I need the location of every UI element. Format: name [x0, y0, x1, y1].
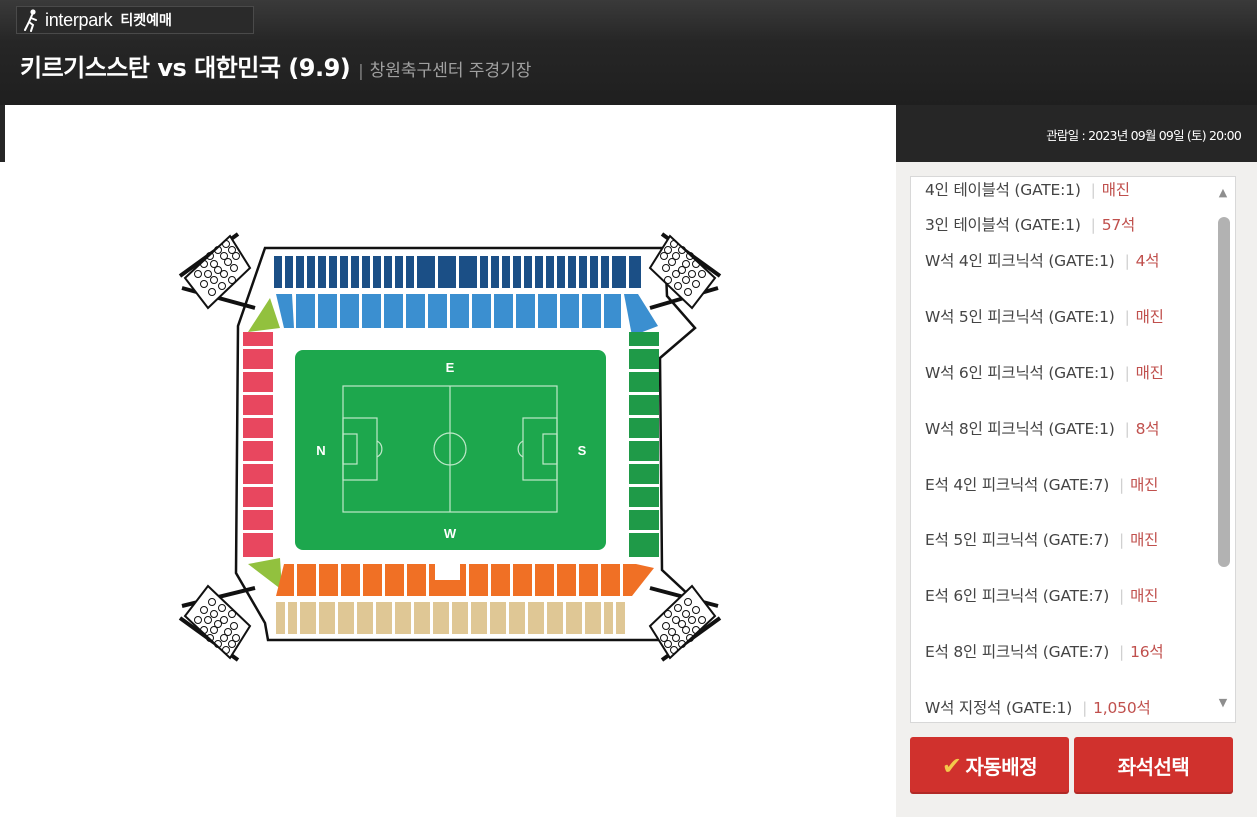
football-pitch: E W N S [295, 350, 606, 550]
performance-date: 관람일 : 2023년 09월 09일 (토) 20:00 [1046, 128, 1242, 143]
runner-logo-icon [24, 9, 37, 32]
grade-separator: | [1124, 308, 1130, 326]
grade-name: W석 8인 피크닉석 (GATE:1) [925, 420, 1115, 438]
grade-separator: | [1124, 252, 1130, 270]
section-north[interactable] [243, 332, 273, 557]
grade-remaining: 매진 [1135, 308, 1164, 326]
grade-separator: | [1124, 420, 1130, 438]
section-west-lower[interactable] [276, 564, 654, 596]
light-tower-nw-icon [178, 232, 256, 310]
map-top-strip-edge [0, 105, 5, 162]
grade-separator: | [1119, 643, 1125, 661]
grade-separator: | [1119, 587, 1125, 605]
select-seat-label: 좌석선택 [1117, 755, 1190, 779]
section-south[interactable] [629, 332, 659, 557]
grade-name: 4인 테이블석 (GATE:1) [925, 181, 1081, 199]
grade-remaining: 16석 [1130, 643, 1164, 661]
grade-remaining: 8석 [1135, 420, 1160, 438]
grade-name: W석 6인 피크닉석 (GATE:1) [925, 364, 1115, 382]
stadium-seat-map[interactable]: E W N S [170, 228, 730, 668]
grade-item[interactable]: W석 6인 피크닉석 (GATE:1) | 매진 [925, 363, 1195, 384]
grade-item[interactable]: W석 4인 피크닉석 (GATE:1) | 4석 [925, 251, 1195, 272]
grade-separator: | [1119, 531, 1125, 549]
grade-item[interactable]: E석 8인 피크닉석 (GATE:7) | 16석 [925, 642, 1195, 663]
event-title-row: 키르기스스탄 vs 대한민국 (9.9) | 창원축구센터 주경기장 [20, 48, 531, 83]
scroll-up-arrow-icon[interactable]: ▲ [1216, 187, 1230, 199]
title-separator: | [358, 61, 364, 80]
grade-name: E석 8인 피크닉석 (GATE:7) [925, 643, 1110, 661]
event-title: 키르기스스탄 vs 대한민국 (9.9) [20, 54, 351, 82]
grade-item[interactable]: W석 5인 피크닉석 (GATE:1) | 매진 [925, 307, 1195, 328]
interpark-logo[interactable]: interpark 티켓예매 [16, 6, 254, 34]
grade-separator: | [1090, 181, 1096, 199]
logo-brand-text: interpark [45, 9, 113, 30]
grade-item[interactable]: 3인 테이블석 (GATE:1) | 57석 [925, 215, 1195, 236]
grade-item[interactable]: 4인 테이블석 (GATE:1) | 매진 [925, 180, 1195, 201]
select-seat-button[interactable]: 좌석선택 [1074, 737, 1233, 794]
direction-label-e: E [446, 360, 455, 375]
grade-separator: | [1082, 699, 1088, 717]
grade-item[interactable]: E석 6인 피크닉석 (GATE:7) | 매진 [925, 586, 1195, 607]
grade-name: W석 지정석 (GATE:1) [925, 699, 1073, 717]
page-header: interpark 티켓예매 키르기스스탄 vs 대한민국 (9.9) | 창원… [0, 0, 1257, 105]
grade-remaining: 매진 [1135, 364, 1164, 382]
map-top-strip [0, 105, 896, 162]
grade-remaining: 매진 [1130, 476, 1159, 494]
grade-separator: | [1090, 216, 1096, 234]
grade-item[interactable]: W석 지정석 (GATE:1) | 1,050석 [925, 698, 1195, 719]
scroll-down-arrow-icon[interactable]: ▼ [1216, 697, 1230, 709]
grade-name: W석 4인 피크닉석 (GATE:1) [925, 252, 1115, 270]
grade-name: E석 5인 피크닉석 (GATE:7) [925, 531, 1110, 549]
grade-separator: | [1124, 364, 1130, 382]
direction-label-s: S [578, 443, 587, 458]
scrollbar-thumb[interactable] [1218, 217, 1230, 567]
grade-item[interactable]: E석 5인 피크닉석 (GATE:7) | 매진 [925, 530, 1195, 551]
venue-name: 창원축구센터 주경기장 [369, 61, 532, 81]
light-tower-sw-icon [178, 584, 256, 662]
grade-remaining: 매진 [1130, 531, 1159, 549]
auto-assign-button[interactable]: ✔ 자동배정 [910, 737, 1069, 794]
grade-remaining: 1,050석 [1093, 699, 1151, 717]
direction-label-n: N [316, 443, 325, 458]
grade-item[interactable]: E석 4인 피크닉석 (GATE:7) | 매진 [925, 475, 1195, 496]
seat-grade-list[interactable]: 4인 테이블석 (GATE:1) | 매진 3인 테이블석 (GATE:1) | 57석… [910, 176, 1236, 723]
grade-name: 3인 테이블석 (GATE:1) [925, 216, 1081, 234]
sidebar-date-bar: 관람일 : 2023년 09월 09일 (토) 20:00 [896, 105, 1257, 162]
grade-name: W석 5인 피크닉석 (GATE:1) [925, 308, 1115, 326]
auto-assign-label: 자동배정 [965, 755, 1038, 779]
grade-name: E석 6인 피크닉석 (GATE:7) [925, 587, 1110, 605]
checkmark-icon: ✔ [941, 751, 962, 780]
direction-label-w: W [444, 526, 457, 541]
grade-remaining: 매진 [1101, 181, 1130, 199]
seat-grade-sidebar: 관람일 : 2023년 09월 09일 (토) 20:00 4인 테이블석 (G… [896, 105, 1257, 817]
grade-item[interactable]: W석 8인 피크닉석 (GATE:1) | 8석 [925, 419, 1195, 440]
grade-remaining: 매진 [1130, 587, 1159, 605]
logo-sub-text: 티켓예매 [120, 13, 172, 29]
grade-name: E석 4인 피크닉석 (GATE:7) [925, 476, 1110, 494]
grade-separator: | [1119, 476, 1125, 494]
grade-remaining: 57석 [1101, 216, 1136, 234]
grade-remaining: 4석 [1135, 252, 1160, 270]
